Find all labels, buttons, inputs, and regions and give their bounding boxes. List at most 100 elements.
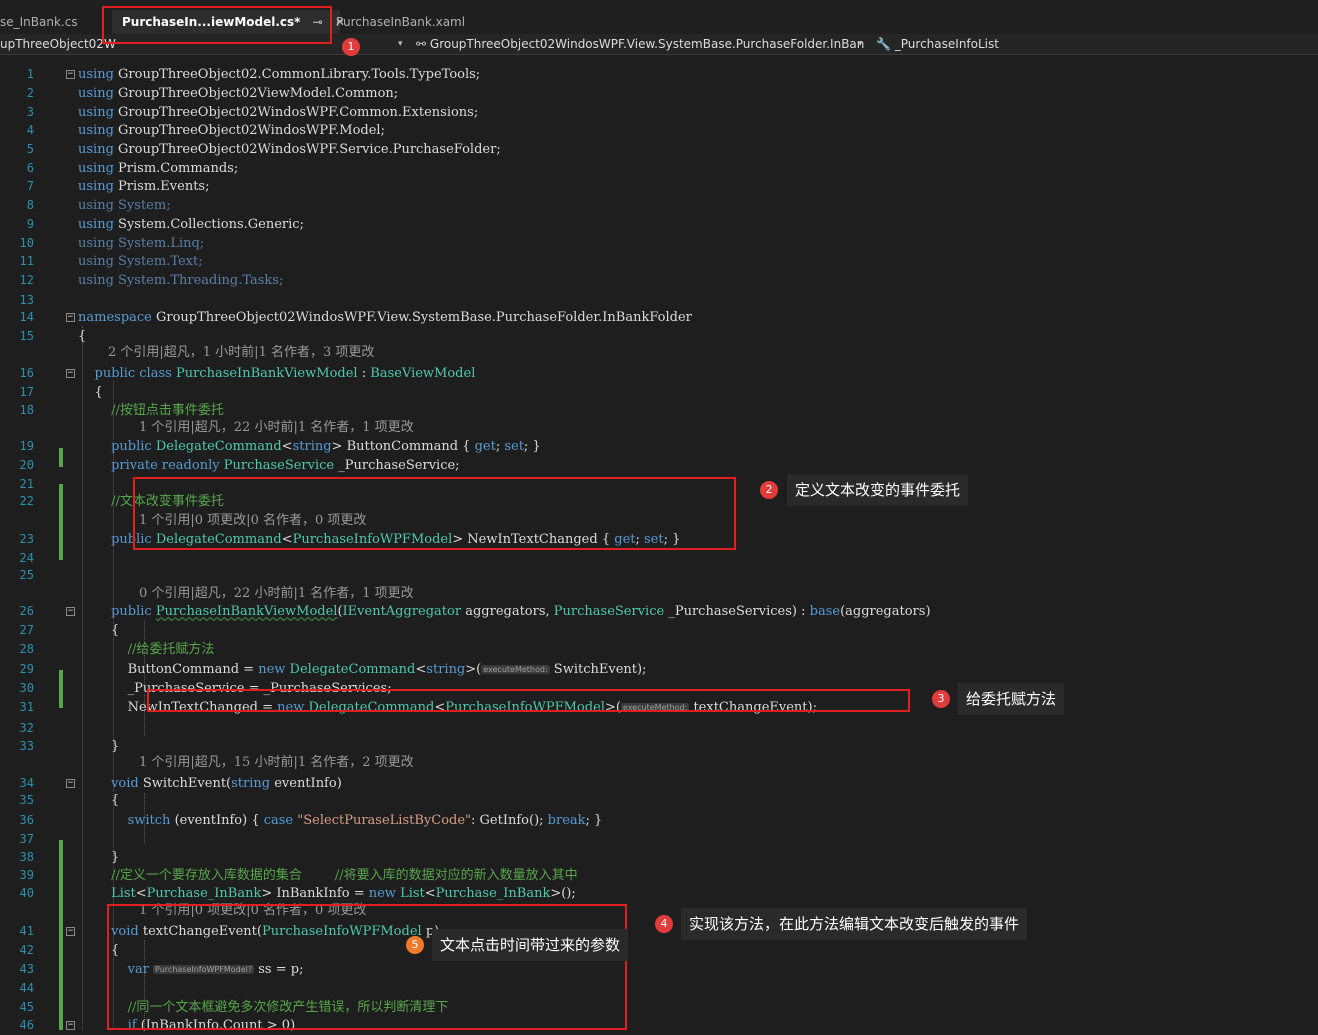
code-line: 32	[0, 719, 1318, 738]
line-number: 44	[19, 981, 34, 995]
collapse-icon[interactable]: −	[66, 313, 75, 322]
highlight-box-method	[107, 904, 627, 1030]
line-number: 23	[19, 532, 34, 546]
highlight-box-tab	[102, 6, 332, 44]
line-number: 8	[26, 198, 34, 212]
code-text: {	[78, 623, 120, 638]
line-number: 35	[19, 793, 34, 807]
code-line: 6 using Prism.Commands;	[0, 159, 1318, 178]
code-text: //定义一个要存放入库数据的集合 //将要入库的数据对应的新入数量放入其中	[111, 868, 578, 883]
line-number: 22	[19, 494, 34, 508]
callout-5: 文本点击时间带过来的参数	[432, 929, 629, 961]
badge-5: 5	[406, 936, 424, 954]
chevron-down-icon[interactable]: ▾	[398, 34, 403, 54]
code-line: 35 {	[0, 791, 1318, 810]
line-number: 28	[19, 642, 34, 656]
line-number: 41	[19, 924, 34, 938]
line-number: 6	[26, 161, 34, 175]
codelens-info[interactable]: 1 个引用|超凡，22 小时前|1 名作者，1 项更改	[139, 418, 414, 437]
code-line: 36 switch (eventInfo) { case "SelectPura…	[0, 811, 1318, 830]
line-number: 7	[26, 179, 34, 193]
line-number: 17	[19, 385, 34, 399]
line-number: 38	[19, 850, 34, 864]
line-number: 5	[26, 142, 34, 156]
line-number: 10	[19, 236, 34, 250]
badge-4: 4	[655, 915, 673, 933]
collapse-icon[interactable]: −	[66, 1021, 75, 1030]
collapse-icon[interactable]: −	[66, 607, 75, 616]
line-number: 3	[26, 105, 34, 119]
line-number: 4	[26, 123, 34, 137]
line-number: 29	[19, 662, 34, 676]
class-path: GroupThreeObject02WindosWPF.View.SystemB…	[429, 37, 865, 51]
line-number: 1	[26, 67, 34, 81]
code-text: ButtonCommand = new DelegateCommand<stri…	[78, 662, 647, 677]
callout-3: 给委托赋方法	[958, 683, 1065, 715]
line-number: 39	[19, 868, 34, 882]
codelens-info[interactable]: 1 个引用|超凡，15 小时前|1 名作者，2 项更改	[139, 753, 414, 772]
codelens-line: 1 个引用|超凡，22 小时前|1 名作者，1 项更改	[0, 418, 1318, 437]
line-number: 2	[26, 86, 34, 100]
code-text: namespace GroupThreeObject02WindosWPF.Vi…	[78, 310, 692, 325]
code-text: using System.Collections.Generic;	[78, 217, 304, 232]
chevron-down-icon[interactable]: ▾	[858, 34, 863, 54]
line-number: 27	[19, 623, 34, 637]
highlight-box-delegate	[133, 477, 736, 550]
tab-label: se_InBank.cs	[0, 15, 78, 29]
code-text: }	[78, 850, 120, 865]
codelens-info[interactable]: 2 个引用|超凡，1 小时前|1 名作者，3 项更改	[108, 343, 374, 362]
tab-purchase-xaml[interactable]: PurchaseInBank.xaml	[336, 10, 465, 34]
codelens-line: 2 个引用|超凡，1 小时前|1 名作者，3 项更改	[0, 343, 1318, 362]
code-text: using Prism.Events;	[78, 179, 210, 194]
line-number: 32	[19, 721, 34, 735]
line-number: 25	[19, 568, 34, 582]
member-dropdown[interactable]: 🔧 _PurchaseInfoList	[876, 34, 1176, 54]
code-text: using GroupThreeObject02ViewModel.Common…	[78, 86, 399, 101]
code-line: 20 private readonly PurchaseService _Pur…	[0, 456, 1318, 475]
wrench-icon: 🔧	[876, 37, 891, 51]
class-dropdown[interactable]: ⚯ GroupThreeObject02WindosWPF.View.Syste…	[416, 34, 864, 54]
line-number: 45	[19, 1000, 34, 1014]
code-line: 11 using System.Text;	[0, 252, 1318, 271]
code-line: 10 using System.Linq;	[0, 234, 1318, 253]
code-line: 14 − namespace GroupThreeObject02WindosWPF…	[0, 308, 1318, 327]
class-icon: ⚯	[416, 37, 427, 51]
codelens-line: 0 个引用|超凡，22 小时前|1 名作者，1 项更改	[0, 584, 1318, 603]
code-line: 19 public DelegateCommand<string> Button…	[0, 437, 1318, 456]
highlight-box-assign	[147, 689, 910, 712]
code-text: using GroupThreeObject02WindosWPF.Servic…	[78, 142, 501, 157]
codelens-info[interactable]: 0 个引用|超凡，22 小时前|1 名作者，1 项更改	[139, 584, 414, 603]
line-number: 19	[19, 439, 34, 453]
code-text: using GroupThreeObject02.CommonLibrary.T…	[78, 67, 481, 82]
collapse-icon[interactable]: −	[66, 369, 75, 378]
code-text: using System.Text;	[78, 254, 203, 269]
tab-se-inbank[interactable]: se_InBank.cs	[0, 10, 78, 34]
code-line: 38 }	[0, 848, 1318, 867]
code-line: 16 − public class PurchaseInBankViewModel…	[0, 364, 1318, 383]
code-line: 4 using GroupThreeObject02WindosWPF.Model…	[0, 121, 1318, 140]
line-number: 12	[19, 273, 34, 287]
line-number: 14	[19, 310, 34, 324]
member-name: _PurchaseInfoList	[894, 37, 999, 51]
line-number: 42	[19, 943, 34, 957]
code-line: 9 using System.Collections.Generic;	[0, 215, 1318, 234]
line-number: 37	[19, 832, 34, 846]
code-line: 8 using System;	[0, 196, 1318, 215]
project-name: upThreeObject02W	[0, 37, 116, 51]
code-text: private readonly PurchaseService _Purcha…	[111, 458, 460, 473]
line-number: 26	[19, 604, 34, 618]
code-line: 7 using Prism.Events;	[0, 177, 1318, 196]
code-line: 27 {	[0, 621, 1318, 640]
code-line: 28 //给委托赋方法	[0, 640, 1318, 659]
line-number: 43	[19, 962, 34, 976]
code-text: //给委托赋方法	[127, 642, 215, 657]
code-line: 3 using GroupThreeObject02WindosWPF.Commo…	[0, 103, 1318, 122]
line-number: 9	[26, 217, 34, 231]
code-line: 37	[0, 830, 1318, 849]
collapse-icon[interactable]: −	[66, 70, 75, 79]
callout-2: 定义文本改变的事件委托	[787, 474, 969, 506]
collapse-icon[interactable]: −	[66, 779, 75, 788]
code-text: using System.Threading.Tasks;	[78, 273, 284, 288]
collapse-icon[interactable]: −	[66, 927, 75, 936]
badge-2: 2	[760, 481, 778, 499]
